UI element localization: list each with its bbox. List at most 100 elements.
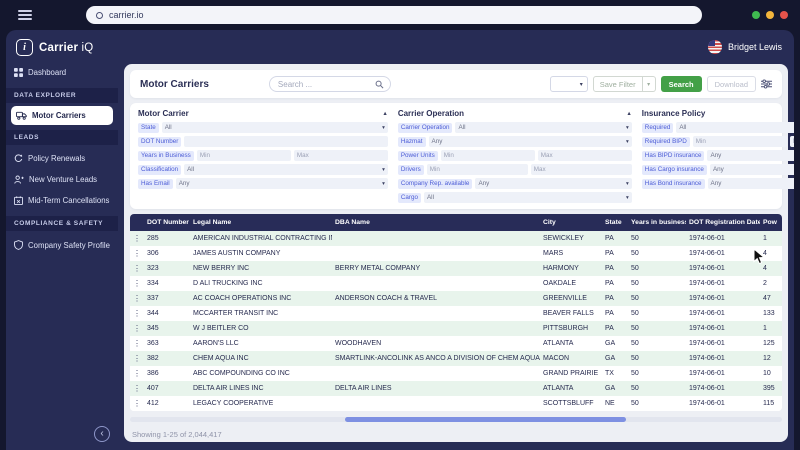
table-row[interactable]: ⋮337AC COACH OPERATIONS INCANDERSON COAC… (130, 291, 782, 306)
filter-select[interactable]: All▾ (676, 122, 794, 133)
row-menu-icon[interactable]: ⋮ (130, 384, 144, 393)
filter-max-input[interactable] (531, 164, 632, 175)
row-menu-icon[interactable]: ⋮ (130, 279, 144, 288)
address-bar[interactable]: carrier.io (86, 6, 702, 24)
filter-field-label: State (138, 123, 159, 133)
sidebar: Dashboard DATA EXPLORER Motor Carriers L… (6, 62, 118, 450)
filter-select-value: Any (478, 180, 489, 187)
row-menu-icon[interactable]: ⋮ (130, 399, 144, 408)
scrollbar-thumb[interactable] (345, 417, 625, 422)
table-row[interactable]: ⋮334D ALI TRUCKING INCOAKDALEPA501974-06… (130, 276, 782, 291)
window-restore-dot[interactable] (766, 11, 774, 19)
horizontal-scrollbar[interactable] (130, 417, 782, 422)
table-row[interactable]: ⋮344MCCARTER TRANSIT INCBEAVER FALLSPA50… (130, 306, 782, 321)
user-menu[interactable]: Bridget Lewis (708, 40, 782, 54)
filter-select[interactable]: All▾ (162, 122, 388, 133)
filter-select[interactable]: All▾ (424, 192, 632, 203)
window-close-dot[interactable] (780, 11, 788, 19)
cell: PA (602, 280, 628, 287)
cell: 50 (628, 250, 686, 257)
row-menu-icon[interactable]: ⋮ (130, 249, 144, 258)
search-button[interactable]: Search (661, 76, 702, 92)
table-row[interactable]: ⋮412LEGACY COOPERATIVESCOTTSBLUFFNE50197… (130, 396, 782, 411)
cell: SMARTLINK-ANCOLINK AS ANCO A DIVISION OF… (332, 355, 540, 362)
filter-field-label: Company Rep. available (398, 179, 473, 189)
table-row[interactable]: ⋮407DELTA AIR LINES INCDELTA AIR LINESAT… (130, 381, 782, 396)
row-menu-icon[interactable]: ⋮ (130, 264, 144, 273)
filter-min-input[interactable] (693, 136, 787, 147)
cell: 1974-06-01 (686, 325, 760, 332)
filter-field: HazmatAny▾ (398, 136, 632, 147)
row-menu-icon[interactable]: ⋮ (130, 294, 144, 303)
column-header: Legal Name (190, 219, 332, 226)
download-button: Download (707, 76, 756, 92)
filter-select[interactable]: Any ▾ (475, 178, 631, 189)
cell: WOODHAVEN (332, 340, 540, 347)
filter-select[interactable]: Any▾ (176, 178, 388, 189)
row-menu-icon[interactable]: ⋮ (130, 309, 144, 318)
sidebar-item-dashboard[interactable]: Dashboard (6, 62, 118, 83)
row-menu-icon[interactable]: ⋮ (130, 234, 144, 243)
sidebar-item-motor-carriers[interactable]: Motor Carriers (11, 106, 113, 125)
chevron-down-icon: ▾ (626, 181, 629, 187)
refresh-icon (14, 154, 23, 163)
save-filter-button[interactable]: Save Filter (593, 76, 643, 92)
cell: 1974-06-01 (686, 355, 760, 362)
collapse-sidebar-button[interactable]: ‹ (94, 426, 110, 442)
cell: TX (602, 370, 628, 377)
cell: PA (602, 265, 628, 272)
filter-select[interactable]: All▾ (455, 122, 631, 133)
filter-min-input[interactable] (197, 150, 291, 161)
row-menu-icon[interactable]: ⋮ (130, 369, 144, 378)
chevron-down-icon: ▾ (382, 167, 385, 173)
results-count: Showing 1-25 of 2,044,417 (130, 427, 782, 439)
row-menu-icon[interactable]: ⋮ (130, 354, 144, 363)
filter-input[interactable] (184, 136, 388, 147)
table-row[interactable]: ⋮306JAMES AUSTIN COMPANYMARSPA501974-06-… (130, 246, 782, 261)
cell: 50 (628, 385, 686, 392)
filter-field: Has Bond insuranceAny▾ (642, 178, 794, 189)
window-minimize-dot[interactable] (752, 11, 760, 19)
collapse-group-icon[interactable]: ▲ (626, 111, 631, 117)
cell: NEW BERRY INC (190, 265, 332, 272)
cell: 1974-06-01 (686, 400, 760, 407)
row-menu-icon[interactable]: ⋮ (130, 339, 144, 348)
sidebar-item-label: Mid-Term Cancellations (28, 196, 109, 205)
column-header: DBA Name (332, 219, 540, 226)
sidebar-section-compliance-safety: COMPLIANCE & SAFETY (6, 216, 118, 231)
saved-filters-select[interactable]: ▾ (550, 76, 588, 92)
table-row[interactable]: ⋮386ABC COMPOUNDING CO INCGRAND PRAIRIET… (130, 366, 782, 381)
filter-select[interactable]: Any▾ (708, 178, 795, 189)
filter-max-input[interactable] (294, 150, 388, 161)
filter-select[interactable]: Any▾ (707, 150, 794, 161)
sidebar-item-policy-renewals[interactable]: Policy Renewals (6, 148, 118, 169)
cell: 50 (628, 295, 686, 302)
filter-min-input[interactable] (427, 164, 528, 175)
filter-min-input[interactable] (441, 150, 535, 161)
sidebar-item-new-venture-leads[interactable]: New Venture Leads (6, 169, 118, 190)
filter-select[interactable]: Any▾ (710, 164, 794, 175)
search-input[interactable] (276, 79, 371, 90)
table-row[interactable]: ⋮345W J BEITLER COPITTSBURGHPA501974-06-… (130, 321, 782, 336)
table-body: ⋮285AMERICAN INDUSTRIAL CONTRACTING INCS… (130, 231, 782, 411)
hamburger-menu-icon[interactable] (18, 10, 32, 20)
filter-max-input[interactable] (790, 136, 794, 147)
cell: 4 (760, 265, 782, 272)
filter-field: Carrier OperationAll▾ (398, 122, 632, 133)
table-row[interactable]: ⋮382CHEM AQUA INCSMARTLINK-ANCOLINK AS A… (130, 351, 782, 366)
table-row[interactable]: ⋮285AMERICAN INDUSTRIAL CONTRACTING INCS… (130, 231, 782, 246)
cell: 1974-06-01 (686, 250, 760, 257)
table-row[interactable]: ⋮363AARON'S LLCWOODHAVENATLANTAGA501974-… (130, 336, 782, 351)
sidebar-item-company-safety-profile[interactable]: Company Safety Profile (6, 234, 118, 256)
save-filter-caret[interactable]: ▾ (643, 76, 656, 92)
collapse-group-icon[interactable]: ▲ (382, 111, 387, 117)
filter-select[interactable]: Any▾ (429, 136, 632, 147)
filter-settings-icon[interactable] (761, 79, 772, 89)
table-row[interactable]: ⋮323NEW BERRY INCBERRY METAL COMPANYHARM… (130, 261, 782, 276)
row-menu-icon[interactable]: ⋮ (130, 324, 144, 333)
filter-field: Required BIPD (642, 136, 794, 147)
filter-select[interactable]: All▾ (184, 164, 388, 175)
filter-max-input[interactable] (538, 150, 632, 161)
filter-field: ClassificationAll▾ (138, 164, 388, 175)
sidebar-item-mid-term-cancellations[interactable]: Mid-Term Cancellations (6, 190, 118, 211)
